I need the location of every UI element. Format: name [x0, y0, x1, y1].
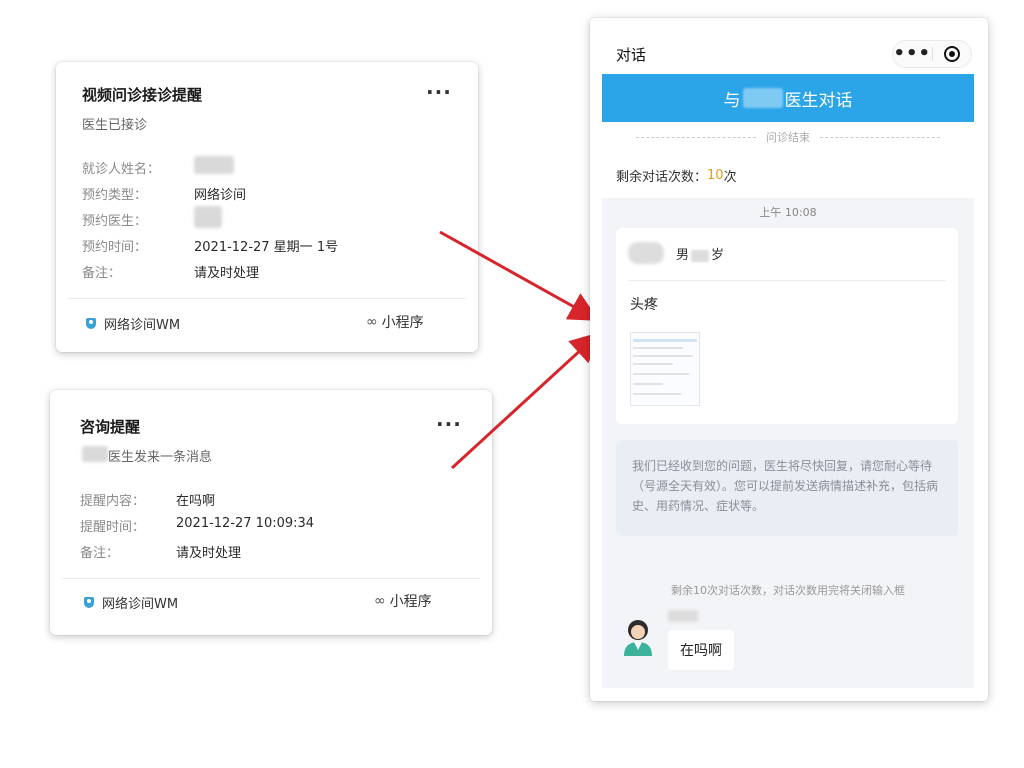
chat-title: 对话: [616, 46, 647, 64]
remaining-count: 10: [707, 167, 724, 183]
patient-age-unit: 岁: [711, 248, 725, 263]
message-timestamp: 上午 10:08: [759, 206, 817, 219]
field-label-doctor: 预约医生：: [82, 214, 148, 229]
patient-gender: 男: [676, 248, 690, 263]
field-label-time: 预约时间：: [82, 240, 148, 255]
card-subtitle: 医生发来一条消息: [108, 450, 213, 465]
link-icon: ∞: [374, 593, 386, 609]
doctor-avatar: [624, 620, 652, 656]
more-dots-icon[interactable]: ···: [426, 82, 452, 102]
mini-program-source[interactable]: 网络诊间WM: [86, 314, 180, 333]
source-label: 网络诊间WM: [102, 597, 179, 612]
remaining-unit: 次: [723, 169, 737, 185]
field-value-type: 网络诊间: [194, 188, 247, 203]
attachment-thumbnail[interactable]: [630, 332, 700, 406]
field-value-content: 在吗啊: [176, 494, 216, 509]
card-divider: [62, 578, 480, 579]
field-value-remark: 请及时处理: [176, 546, 242, 561]
card-divider: [68, 298, 466, 299]
mini-program-source[interactable]: 网络诊间WM: [84, 593, 178, 612]
patient-info-card[interactable]: 男岁 头疼: [616, 228, 958, 424]
remaining-tip: 剩余10次对话次数，对话次数用完将关闭输入框: [671, 584, 905, 597]
source-label: 网络诊间WM: [104, 318, 181, 333]
more-dots-icon[interactable]: ···: [436, 414, 462, 434]
field-value-time: 2021-12-27 星期一 1号: [194, 240, 339, 255]
card-title: 咨询提醒: [80, 418, 141, 436]
more-dots-icon[interactable]: •••: [893, 45, 932, 63]
redacted-patient-avatar: [628, 242, 664, 264]
chat-body[interactable]: 问诊结束 剩余对话次数： 10 次 上午 10:08 男岁 头疼 我们已经收到您…: [602, 122, 974, 688]
banner-prefix: 与: [723, 90, 741, 111]
banner-suffix: 医生对话: [784, 90, 853, 111]
redacted-doctor-name: [82, 446, 108, 462]
consult-status: 问诊结束: [766, 131, 810, 144]
field-value-remark: 请及时处理: [194, 266, 260, 281]
open-mini-program-link[interactable]: ∞ 小程序: [374, 591, 432, 611]
notification-card-consultation[interactable]: 视频问诊接诊提醒 ··· 医生已接诊 就诊人姓名： 预约类型： 网络诊间 预约医…: [56, 62, 478, 352]
chat-window: 对话 ••• 与 医生对话 问诊结束 剩余对话次数： 10 次 上午 10:08…: [590, 18, 988, 701]
notification-card-message[interactable]: 咨询提醒 ··· 医生发来一条消息 提醒内容： 在吗啊 提醒时间： 2021-1…: [50, 390, 492, 635]
open-mini-program-link[interactable]: ∞ 小程序: [366, 312, 424, 332]
mini-program-label: 小程序: [389, 594, 432, 610]
card-divider: [628, 280, 946, 281]
chat-banner: 与 医生对话: [602, 74, 974, 122]
card-subtitle: 医生已接诊: [82, 118, 148, 133]
link-icon: ∞: [366, 314, 378, 330]
mini-program-icon: [86, 318, 96, 329]
field-label-remark: 备注：: [80, 546, 120, 561]
consult-status-row: 问诊结束: [602, 122, 974, 152]
doctor-message-bubble[interactable]: 在吗啊: [668, 630, 734, 670]
redacted-patient-name: [194, 156, 234, 174]
card-title: 视频问诊接诊提醒: [82, 86, 203, 104]
field-label-remark: 备注：: [82, 266, 122, 281]
field-value-time: 2021-12-27 10:09:34: [176, 516, 315, 531]
symptom-text: 头疼: [630, 297, 658, 313]
mini-program-icon: [84, 597, 94, 608]
mini-program-capsule: •••: [892, 40, 972, 68]
system-notice: 我们已经收到您的问题，医生将尽快回复，请您耐心等待（号源全天有效）。您可以提前发…: [616, 440, 958, 536]
field-label-type: 预约类型：: [82, 188, 148, 203]
field-label-patient-name: 就诊人姓名：: [82, 162, 161, 177]
redacted-doctor-name: [194, 206, 222, 228]
remaining-count-row: 剩余对话次数： 10 次: [602, 152, 974, 198]
remaining-label: 剩余对话次数：: [616, 169, 708, 185]
patient-info: 男岁: [676, 244, 724, 263]
redacted-doctor-name: [742, 88, 783, 108]
redacted-doctor-name: [668, 610, 698, 622]
field-label-time: 提醒时间：: [80, 520, 146, 535]
mini-program-label: 小程序: [381, 315, 424, 331]
field-label-content: 提醒内容：: [80, 494, 146, 509]
target-icon[interactable]: [932, 46, 971, 62]
